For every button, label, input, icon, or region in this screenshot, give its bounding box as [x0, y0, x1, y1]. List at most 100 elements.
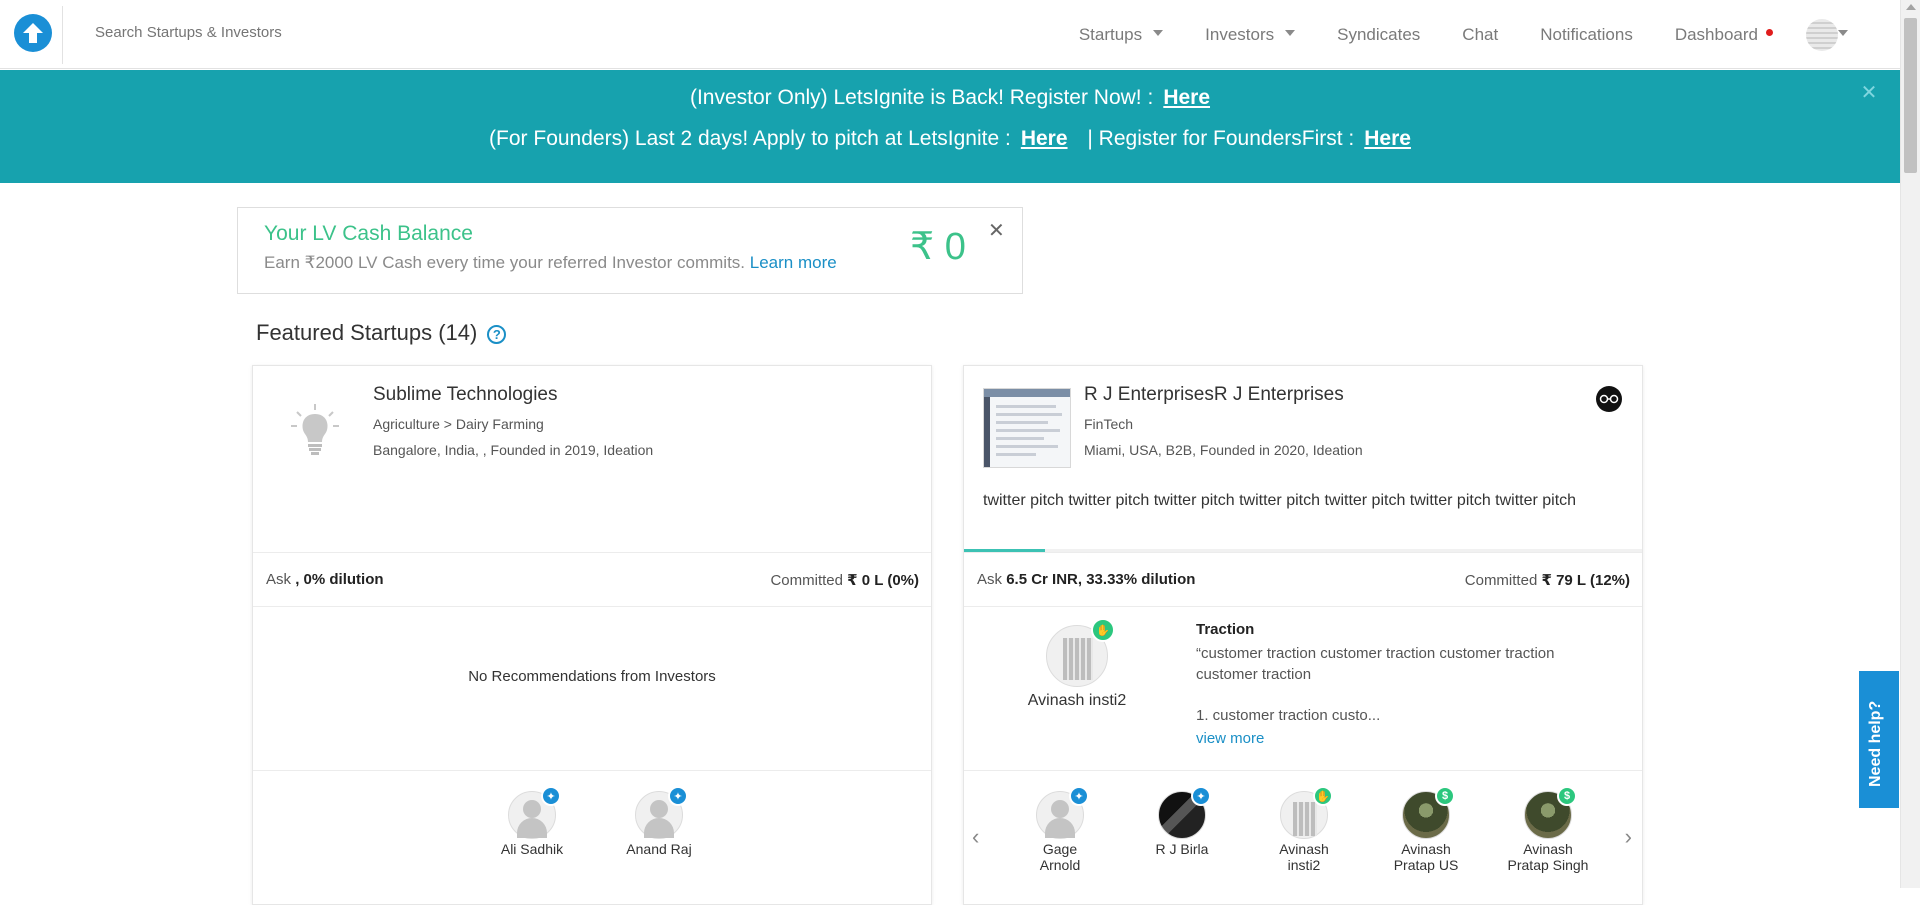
view-more-link[interactable]: view more: [1196, 730, 1264, 747]
ask-label: Ask: [266, 571, 292, 588]
thumbnail-detail: [996, 437, 1044, 440]
user-menu[interactable]: [1806, 18, 1848, 51]
cash-title: Your LV Cash Balance: [264, 222, 473, 245]
ask-value: , 0% dilution: [295, 571, 384, 588]
banner-link-register[interactable]: Here: [1163, 86, 1210, 109]
investor-name: Gage Arnold: [1039, 841, 1081, 873]
investor-avatar[interactable]: $ Avinash Pratap Singh: [1498, 786, 1598, 873]
chevron-right-icon[interactable]: ›: [1625, 824, 1632, 850]
committed-info: Committed ₹ 0 L (0%): [770, 571, 919, 589]
dollar-badge-icon: $: [1557, 786, 1577, 806]
startup-location: Bangalore, India, , Founded in 2019, Ide…: [373, 442, 654, 458]
incognito-icon: [1596, 386, 1622, 412]
thumbnail-detail: [996, 453, 1036, 456]
avatar: ✦: [635, 786, 688, 839]
ask-label: Ask: [977, 571, 1003, 588]
scrollbar-thumb[interactable]: [1904, 18, 1917, 173]
banner-link-foundersfirst[interactable]: Here: [1364, 127, 1411, 150]
handshake-badge-icon: ✋: [1091, 618, 1115, 642]
user-silhouette-icon: [644, 818, 674, 838]
traction-text: “customer traction customer traction cus…: [1196, 645, 1555, 683]
nav-syndicates[interactable]: Syndicates: [1337, 25, 1420, 45]
committed-value: ₹ 0 L (0%): [847, 572, 919, 589]
pin-badge-icon: ✦: [1191, 786, 1211, 806]
banner-line-2: (For Founders) Last 2 days! Apply to pit…: [0, 127, 1900, 151]
handshake-badge-icon: ✋: [1313, 786, 1333, 806]
nav-startups-label: Startups: [1078, 24, 1143, 44]
scrollbar[interactable]: [1900, 0, 1920, 888]
page-title: Featured Startups (14): [256, 320, 478, 345]
search-input[interactable]: [95, 24, 395, 41]
nav-dashboard-label: Dashboard: [1674, 24, 1758, 44]
avatar: ✦: [1158, 786, 1211, 839]
investor-avatar[interactable]: ✦ Ali Sadhik: [482, 786, 582, 857]
cash-subtitle: Earn ₹2000 LV Cash every time your refer…: [264, 253, 837, 273]
traction-snippet: 1. customer traction custo...: [1196, 707, 1381, 724]
investor-avatar[interactable]: ✋ Avinash insti2: [1254, 786, 1354, 873]
logo-icon[interactable]: [14, 14, 52, 52]
nav-notifications[interactable]: Notifications: [1540, 25, 1633, 45]
thumbnail-detail: [996, 413, 1062, 416]
learn-more-link[interactable]: Learn more: [750, 253, 837, 272]
nav-startups[interactable]: Startups: [1078, 24, 1164, 45]
ask-row: Ask , 0% dilution Committed ₹ 0 L (0%): [253, 552, 931, 607]
investor-avatar[interactable]: ✦ R J Birla: [1132, 786, 1232, 857]
committed-label: Committed: [770, 572, 843, 589]
startup-category: FinTech: [1084, 416, 1134, 432]
need-help-tab[interactable]: Need help?: [1859, 671, 1899, 808]
avatar: $: [1402, 786, 1455, 839]
close-icon[interactable]: ✕: [988, 218, 1005, 243]
announcement-banner: (Investor Only) LetsIgnite is Back! Regi…: [0, 70, 1900, 183]
startup-thumbnail: [983, 388, 1071, 468]
user-silhouette-icon: [1051, 800, 1069, 818]
thumbnail-detail: [984, 389, 1070, 397]
recommender-name: Avinash insti2: [1027, 692, 1127, 709]
investor-avatar[interactable]: ✦ Gage Arnold: [1010, 786, 1110, 873]
avatar: ✋: [1280, 786, 1333, 839]
investor-name: Avinash Pratap Singh: [1507, 841, 1589, 873]
nav-menu: Startups Investors Syndicates Chat Notif…: [1058, 0, 1900, 69]
startup-pitch: twitter pitch twitter pitch twitter pitc…: [983, 492, 1577, 509]
close-icon[interactable]: ✕: [1860, 83, 1878, 103]
lightbulb-icon: [291, 404, 339, 456]
banner-link-apply[interactable]: Here: [1021, 127, 1068, 150]
divider: [964, 770, 1642, 771]
investor-name: Avinash Pratap US: [1393, 841, 1459, 873]
nav-chat[interactable]: Chat: [1462, 25, 1498, 45]
banner-text: (For Founders) Last 2 days! Apply to pit…: [489, 127, 1011, 150]
nav-notifications-label: Notifications: [1540, 24, 1633, 44]
investor-avatar[interactable]: $ Avinash Pratap US: [1376, 786, 1476, 873]
chevron-left-icon[interactable]: ‹: [972, 824, 979, 850]
committed-value: ₹ 79 L (12%): [1541, 572, 1630, 589]
notification-dot-icon: [1766, 29, 1773, 36]
dollar-badge-icon: $: [1435, 786, 1455, 806]
avatar: ✦: [508, 786, 561, 839]
thumbnail-detail: [996, 405, 1056, 408]
recommender-avatar[interactable]: ✋ Avinash insti2: [1012, 618, 1142, 709]
startup-card[interactable]: R J EnterprisesR J Enterprises FinTech M…: [963, 365, 1643, 905]
need-help-label: Need help?: [1867, 700, 1884, 787]
nav-dashboard[interactable]: Dashboard: [1675, 25, 1773, 45]
nav-investors-label: Investors: [1205, 24, 1275, 44]
scroll-up-icon[interactable]: [1906, 4, 1916, 10]
user-silhouette-icon: [650, 800, 668, 818]
nav-investors[interactable]: Investors: [1205, 24, 1296, 45]
startup-card[interactable]: Sublime Technologies Agriculture > Dairy…: [252, 365, 932, 905]
investor-name: Avinash insti2: [1279, 841, 1329, 873]
investor-avatar[interactable]: ✦ Anand Raj: [609, 786, 709, 857]
building-icon: [1063, 638, 1093, 680]
avatar: $: [1524, 786, 1577, 839]
pin-badge-icon: ✦: [668, 786, 688, 806]
startup-name[interactable]: Sublime Technologies: [373, 384, 558, 406]
banner-line-1: (Investor Only) LetsIgnite is Back! Regi…: [0, 86, 1900, 110]
investor-name: Ali Sadhik: [500, 841, 564, 857]
chevron-down-icon: [1285, 29, 1296, 36]
nav-syndicates-label: Syndicates: [1337, 24, 1421, 44]
ask-row: Ask 6.5 Cr INR, 33.33% dilution Committe…: [964, 552, 1642, 607]
chevron-down-icon: [1838, 29, 1848, 36]
help-icon[interactable]: ?: [487, 324, 507, 344]
committed-label: Committed: [1464, 572, 1538, 589]
startup-name[interactable]: R J EnterprisesR J Enterprises: [1084, 384, 1344, 406]
ask-info: Ask , 0% dilution: [266, 571, 384, 588]
ask-info: Ask 6.5 Cr INR, 33.33% dilution: [977, 571, 1195, 588]
